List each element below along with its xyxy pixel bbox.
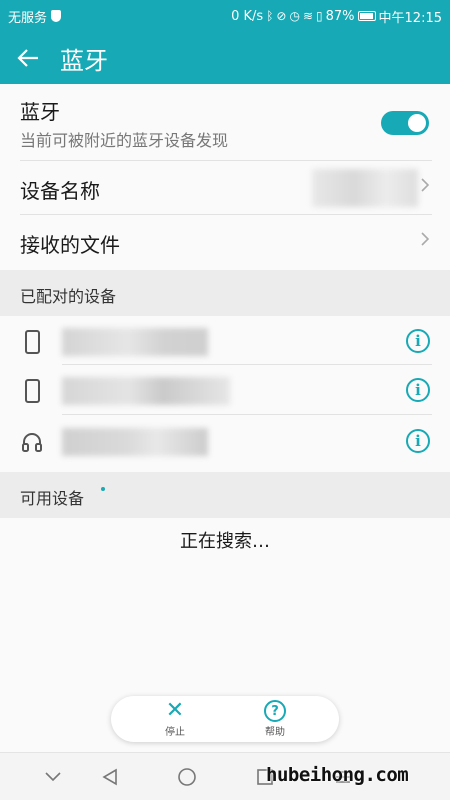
searching-status: 正在搜索… — [180, 531, 270, 552]
device-name-blurred — [62, 428, 208, 456]
stop-button[interactable]: ✕ 停止 — [145, 700, 205, 740]
help-button[interactable]: ? 帮助 — [245, 700, 305, 740]
scanning-indicator-icon — [101, 487, 105, 491]
phone-icon — [20, 377, 44, 405]
paired-devices-label: 已配对的设备 — [20, 287, 117, 306]
app-bar: 蓝牙 — [0, 32, 450, 84]
info-icon[interactable]: i — [406, 429, 430, 453]
shield-icon — [51, 10, 62, 22]
bluetooth-subtitle: 当前可被附近的蓝牙设备发现 — [20, 131, 229, 150]
home-icon[interactable] — [172, 765, 202, 789]
available-devices-label: 可用设备 — [20, 489, 85, 508]
phone-icon — [20, 328, 44, 356]
stop-label: 停止 — [165, 727, 185, 738]
available-devices-header: 可用设备 — [0, 472, 450, 518]
sim-icon: ▯ — [316, 9, 323, 23]
mute-icon: ⊘ — [276, 9, 287, 23]
alarm-icon: ◷ — [289, 9, 300, 23]
device-name-label: 设备名称 — [20, 179, 100, 203]
close-icon: ✕ — [165, 698, 185, 723]
device-name-row[interactable]: 设备名称 — [0, 161, 450, 214]
network-speed: 0 K/s — [231, 8, 264, 24]
help-icon: ? — [264, 700, 286, 722]
chevron-right-icon — [420, 231, 430, 252]
received-files-row[interactable]: 接收的文件 — [0, 215, 450, 268]
device-name-value-blurred — [312, 169, 418, 207]
bluetooth-label: 蓝牙 — [20, 100, 60, 124]
watermark-text: hubeihong.com — [266, 764, 409, 786]
info-icon[interactable]: i — [406, 329, 430, 353]
back-arrow-icon[interactable] — [0, 32, 56, 84]
back-nav-icon[interactable] — [95, 765, 125, 789]
divider — [62, 414, 432, 415]
paired-device-row[interactable]: i — [0, 365, 450, 417]
bluetooth-icon: ᛒ — [266, 9, 274, 23]
chevron-down-icon[interactable] — [38, 765, 68, 789]
paired-devices-header: 已配对的设备 — [0, 270, 450, 316]
battery-icon — [357, 11, 376, 21]
paired-device-row[interactable]: i — [0, 416, 450, 468]
help-label: 帮助 — [265, 727, 285, 738]
paired-device-row[interactable]: i — [0, 316, 450, 368]
status-bar: 无服务 0 K/s ᛒ ⊘ ◷ ≋ ▯ 87% 中午12:15 — [0, 0, 450, 32]
headset-icon — [20, 428, 44, 456]
battery-percent: 87% — [325, 8, 355, 24]
page-title: 蓝牙 — [60, 46, 108, 75]
info-icon[interactable]: i — [406, 378, 430, 402]
chevron-right-icon — [420, 177, 430, 198]
bottom-action-bar: ✕ 停止 ? 帮助 — [111, 696, 339, 742]
device-name-blurred — [62, 328, 208, 356]
clock: 中午12:15 — [378, 10, 442, 26]
wifi-icon: ≋ — [302, 9, 314, 23]
carrier-text: 无服务 — [8, 10, 48, 26]
device-name-blurred — [62, 377, 230, 405]
bluetooth-switch[interactable] — [381, 111, 429, 135]
received-files-label: 接收的文件 — [20, 233, 120, 257]
switch-knob — [408, 114, 426, 132]
